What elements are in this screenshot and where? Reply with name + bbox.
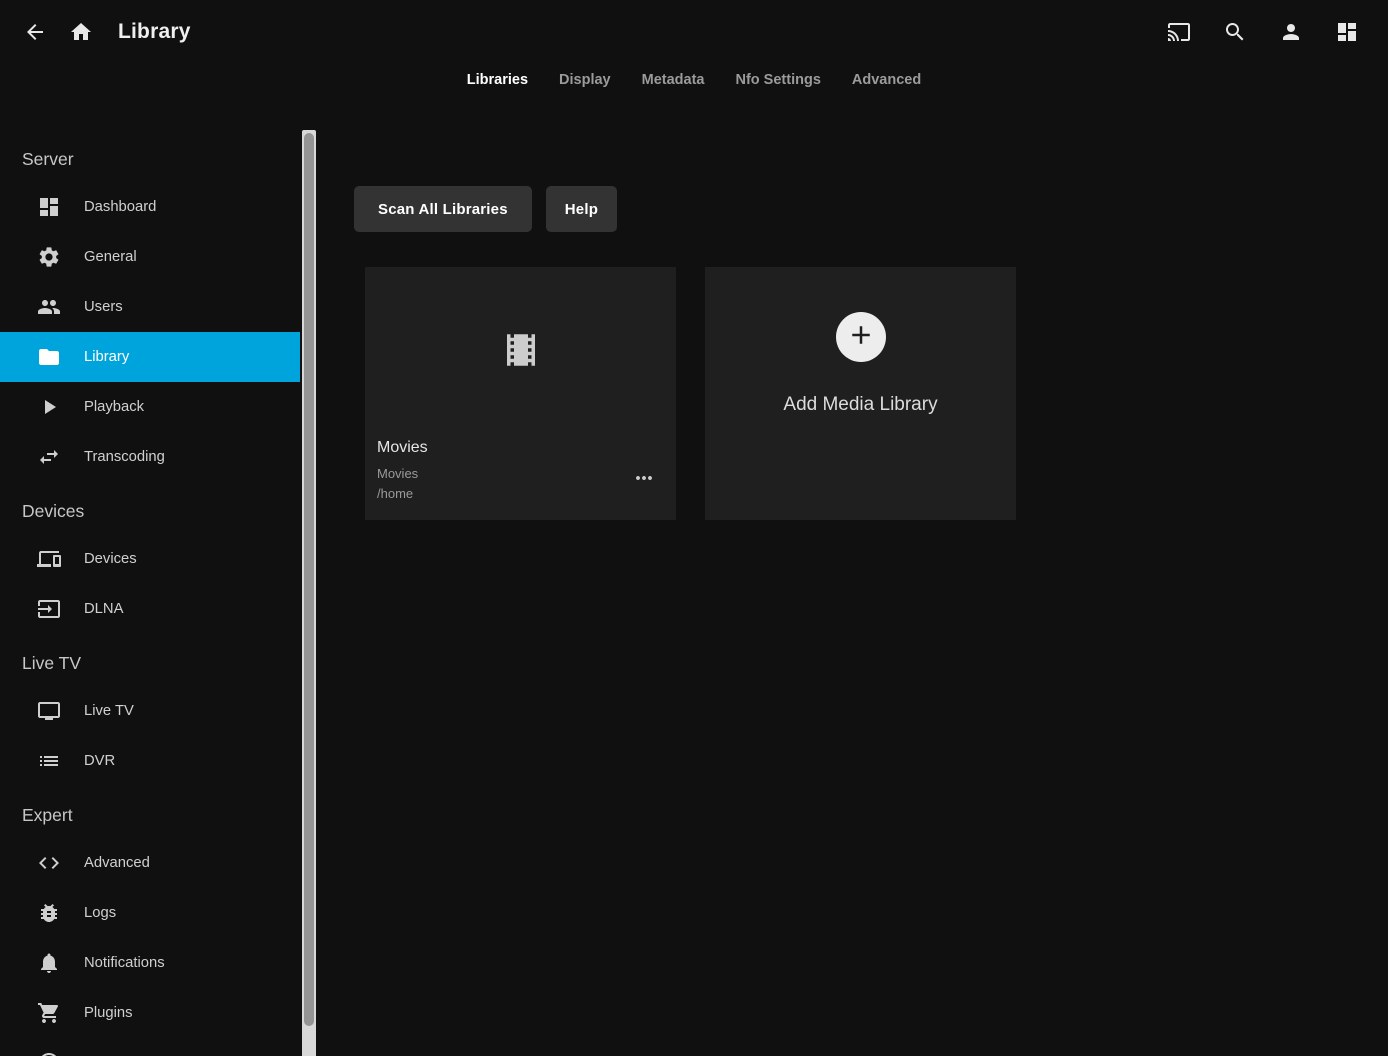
transcode-arrows-icon: [37, 445, 61, 469]
sidebar-item-label: Plugins: [84, 1005, 133, 1021]
plus-circle: [836, 312, 886, 362]
folder-icon: [37, 345, 61, 369]
clock-icon: [37, 1051, 61, 1056]
sidebar-item-label: Transcoding: [84, 449, 165, 465]
home-icon: [69, 20, 93, 44]
sidebar-item[interactable]: Transcoding: [0, 432, 300, 482]
sidebar-item[interactable]: Advanced: [0, 838, 300, 888]
sidebar-item[interactable]: Notifications: [0, 938, 300, 988]
sidebar-section: Devices Devices DLNA: [0, 488, 300, 634]
more-horiz-icon: [632, 466, 656, 493]
help-button[interactable]: Help: [546, 186, 617, 232]
dlna-input-icon: [37, 597, 61, 621]
film-strip-icon: [500, 329, 542, 376]
sidebar-section: Live TV Live TV DVR: [0, 640, 300, 786]
sidebar-item-label: Advanced: [84, 855, 150, 871]
library-card: Movies Movies /home: [365, 267, 676, 520]
sidebar-section: Server Dashboard General User: [0, 136, 300, 482]
tab[interactable]: Metadata: [640, 68, 707, 92]
scan-all-libraries-button[interactable]: Scan All Libraries: [354, 186, 532, 232]
library-name: Movies: [377, 439, 664, 457]
add-media-library-card[interactable]: Add Media Library: [705, 267, 1016, 520]
dashboard-icon: [37, 195, 61, 219]
sidebar-section-header: Devices: [0, 488, 300, 534]
sidebar-item[interactable]: Dashboard: [0, 182, 300, 232]
sidebar-item[interactable]: DLNA: [0, 584, 300, 634]
home-button[interactable]: [58, 9, 104, 55]
sidebar-item[interactable]: Library: [0, 332, 300, 382]
sidebar-item-label: Users: [84, 299, 123, 315]
cast-button[interactable]: [1156, 9, 1202, 55]
sidebar-item-label: Playback: [84, 399, 144, 415]
add-media-library-label: Add Media Library: [783, 394, 937, 416]
sidebar-section-header: Live TV: [0, 640, 300, 686]
devices-icon: [37, 547, 61, 571]
plus-icon: [846, 320, 876, 355]
sidebar-item-label: Live TV: [84, 703, 134, 719]
tab[interactable]: Display: [557, 68, 613, 92]
settings-tabs: Libraries Display Metadata Nfo Settings …: [0, 62, 1388, 98]
users-icon: [37, 295, 61, 319]
user-icon: [1279, 20, 1303, 44]
sidebar-section-header: Expert: [0, 792, 300, 838]
user-button[interactable]: [1268, 9, 1314, 55]
sidebar-scrollbar[interactable]: [302, 130, 316, 1056]
tab[interactable]: Libraries: [465, 68, 530, 92]
search-icon: [1223, 20, 1247, 44]
dvr-list-icon: [37, 749, 61, 773]
sidebar-section-header: Server: [0, 136, 300, 182]
gear-icon: [37, 245, 61, 269]
app-header: Library: [0, 0, 1388, 64]
bug-icon: [37, 901, 61, 925]
library-path: /home: [377, 484, 664, 504]
tv-icon: [37, 699, 61, 723]
dashboard-grid-icon: [1335, 20, 1359, 44]
cast-icon: [1167, 20, 1191, 44]
sidebar-item[interactable]: Plugins: [0, 988, 300, 1038]
library-cards: Movies Movies /home Add Media Library: [365, 267, 1016, 520]
sidebar-item-label: Notifications: [84, 955, 165, 971]
sidebar-item-label: DVR: [84, 753, 115, 769]
sidebar-item[interactable]: Live TV: [0, 686, 300, 736]
sidebar-item[interactable]: General: [0, 232, 300, 282]
tab[interactable]: Nfo Settings: [734, 68, 823, 92]
search-button[interactable]: [1212, 9, 1258, 55]
sidebar-item[interactable]: Logs: [0, 888, 300, 938]
arrow-back-icon: [23, 20, 47, 44]
cart-icon: [37, 1001, 61, 1025]
main-content: Scan All Libraries Help Movies Movies /h…: [320, 130, 1388, 1056]
sidebar-item[interactable]: Devices: [0, 534, 300, 584]
library-collection-type: Movies: [377, 464, 664, 484]
sidebar-item[interactable]: Playback: [0, 382, 300, 432]
tab[interactable]: Advanced: [850, 68, 923, 92]
sidebar-section: Expert Advanced Logs Notifica: [0, 792, 300, 1056]
library-card-image[interactable]: [365, 267, 676, 437]
sidebar-item[interactable]: Users: [0, 282, 300, 332]
code-icon: [37, 851, 61, 875]
sidebar-item[interactable]: DVR: [0, 736, 300, 786]
sidebar-item-label: Dashboard: [84, 199, 156, 215]
play-icon: [37, 395, 61, 419]
sidebar-item-label: DLNA: [84, 601, 123, 617]
dashboard-grid-button[interactable]: [1324, 9, 1370, 55]
back-button[interactable]: [12, 9, 58, 55]
sidebar: Server Dashboard General User: [0, 130, 300, 1056]
sidebar-item-label: General: [84, 249, 137, 265]
sidebar-item-label: Logs: [84, 905, 116, 921]
sidebar-item-label: Library: [84, 349, 129, 365]
sidebar-item-label: Devices: [84, 551, 137, 567]
library-menu-button[interactable]: [628, 463, 660, 495]
sidebar-item[interactable]: Scheduled Tasks: [0, 1038, 300, 1056]
page-title: Library: [118, 20, 191, 44]
scrollbar-thumb[interactable]: [304, 133, 314, 1026]
bell-icon: [37, 951, 61, 975]
